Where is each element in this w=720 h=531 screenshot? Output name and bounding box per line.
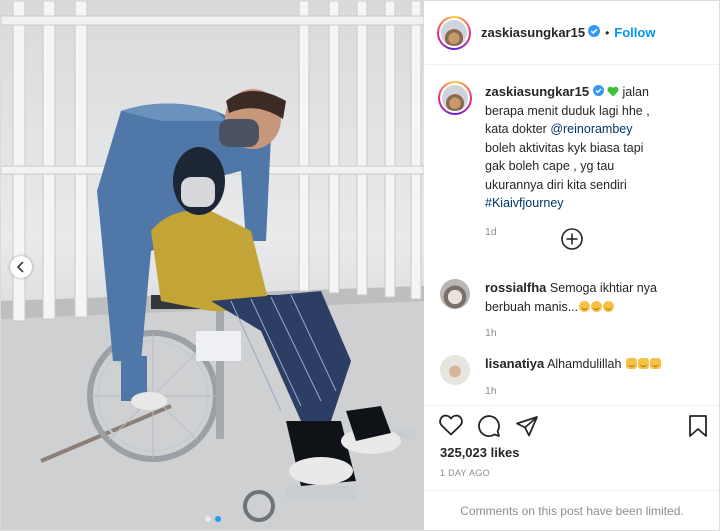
carousel-dot-active (214, 516, 221, 522)
post-photo[interactable] (1, 1, 424, 530)
comment-text: Alhamdulillah (547, 357, 622, 371)
carousel-indicator (1, 516, 424, 522)
photo-illustration (1, 1, 424, 530)
caption: zaskiasungkar15 jalan berapa menit duduk… (438, 81, 665, 241)
author-avatar[interactable] (437, 15, 471, 50)
separator-dot: • (605, 25, 610, 40)
comment-button[interactable] (477, 414, 501, 443)
verified-badge-icon (588, 24, 601, 42)
chevron-left-icon (16, 261, 24, 273)
post-date[interactable]: 1 DAY AGO (440, 468, 490, 478)
follow-button[interactable]: Follow (614, 25, 655, 40)
comments-section: zaskiasungkar15 jalan berapa menit duduk… (425, 65, 719, 405)
caption-username[interactable]: zaskiasungkar15 (485, 84, 589, 99)
caption-text-continued: boleh aktivitas kyk biasa tapi gak boleh… (485, 140, 644, 192)
bookmark-icon (689, 415, 707, 437)
add-circle-icon (561, 228, 583, 250)
author-username[interactable]: zaskiasungkar15 (481, 25, 585, 40)
comment-username[interactable]: rossialfha (485, 280, 546, 295)
caption-mention-link[interactable]: @reinorambey (550, 122, 632, 136)
post-modal: zaskiasungkar15 • Follow zaskiasungkar15 (0, 0, 720, 531)
carousel-dot (204, 516, 211, 522)
pray-emoji-icon (625, 357, 661, 371)
likes-count[interactable]: 325,023 likes (440, 445, 520, 460)
comment-time: 1h (485, 327, 497, 339)
commenter-avatar[interactable] (440, 279, 470, 309)
post-actions: 325,023 likes 1 DAY AGO Comments on this… (425, 405, 719, 531)
comment-item: lisanatiya Alhamdulillah 1h (440, 355, 675, 400)
caption-hashtag-link[interactable]: #Kiaivfjourney (485, 196, 564, 210)
comment-time: 1h (485, 384, 497, 397)
carousel-prev-button[interactable] (10, 256, 32, 278)
comment-username[interactable]: lisanatiya (485, 356, 544, 371)
load-more-comments-button[interactable] (561, 228, 583, 250)
verified-badge-icon (592, 83, 604, 102)
green-heart-icon (607, 85, 622, 99)
comments-limited-notice: Comments on this post have been limited. (425, 490, 719, 531)
save-button[interactable] (688, 414, 708, 443)
comment-item: rossialfha Semoga ikhtiar nya berbuah ma… (440, 279, 675, 343)
share-icon (516, 416, 538, 437)
commenter-avatar[interactable] (440, 355, 470, 385)
post-header: zaskiasungkar15 • Follow (425, 1, 719, 65)
heart-icon (439, 414, 463, 436)
caption-avatar[interactable] (438, 81, 472, 115)
comment-icon (478, 415, 500, 437)
smile-emoji-icon (578, 300, 615, 314)
post-side-panel: zaskiasungkar15 • Follow zaskiasungkar15 (425, 1, 719, 530)
share-button[interactable] (515, 414, 539, 443)
like-button[interactable] (439, 414, 463, 443)
